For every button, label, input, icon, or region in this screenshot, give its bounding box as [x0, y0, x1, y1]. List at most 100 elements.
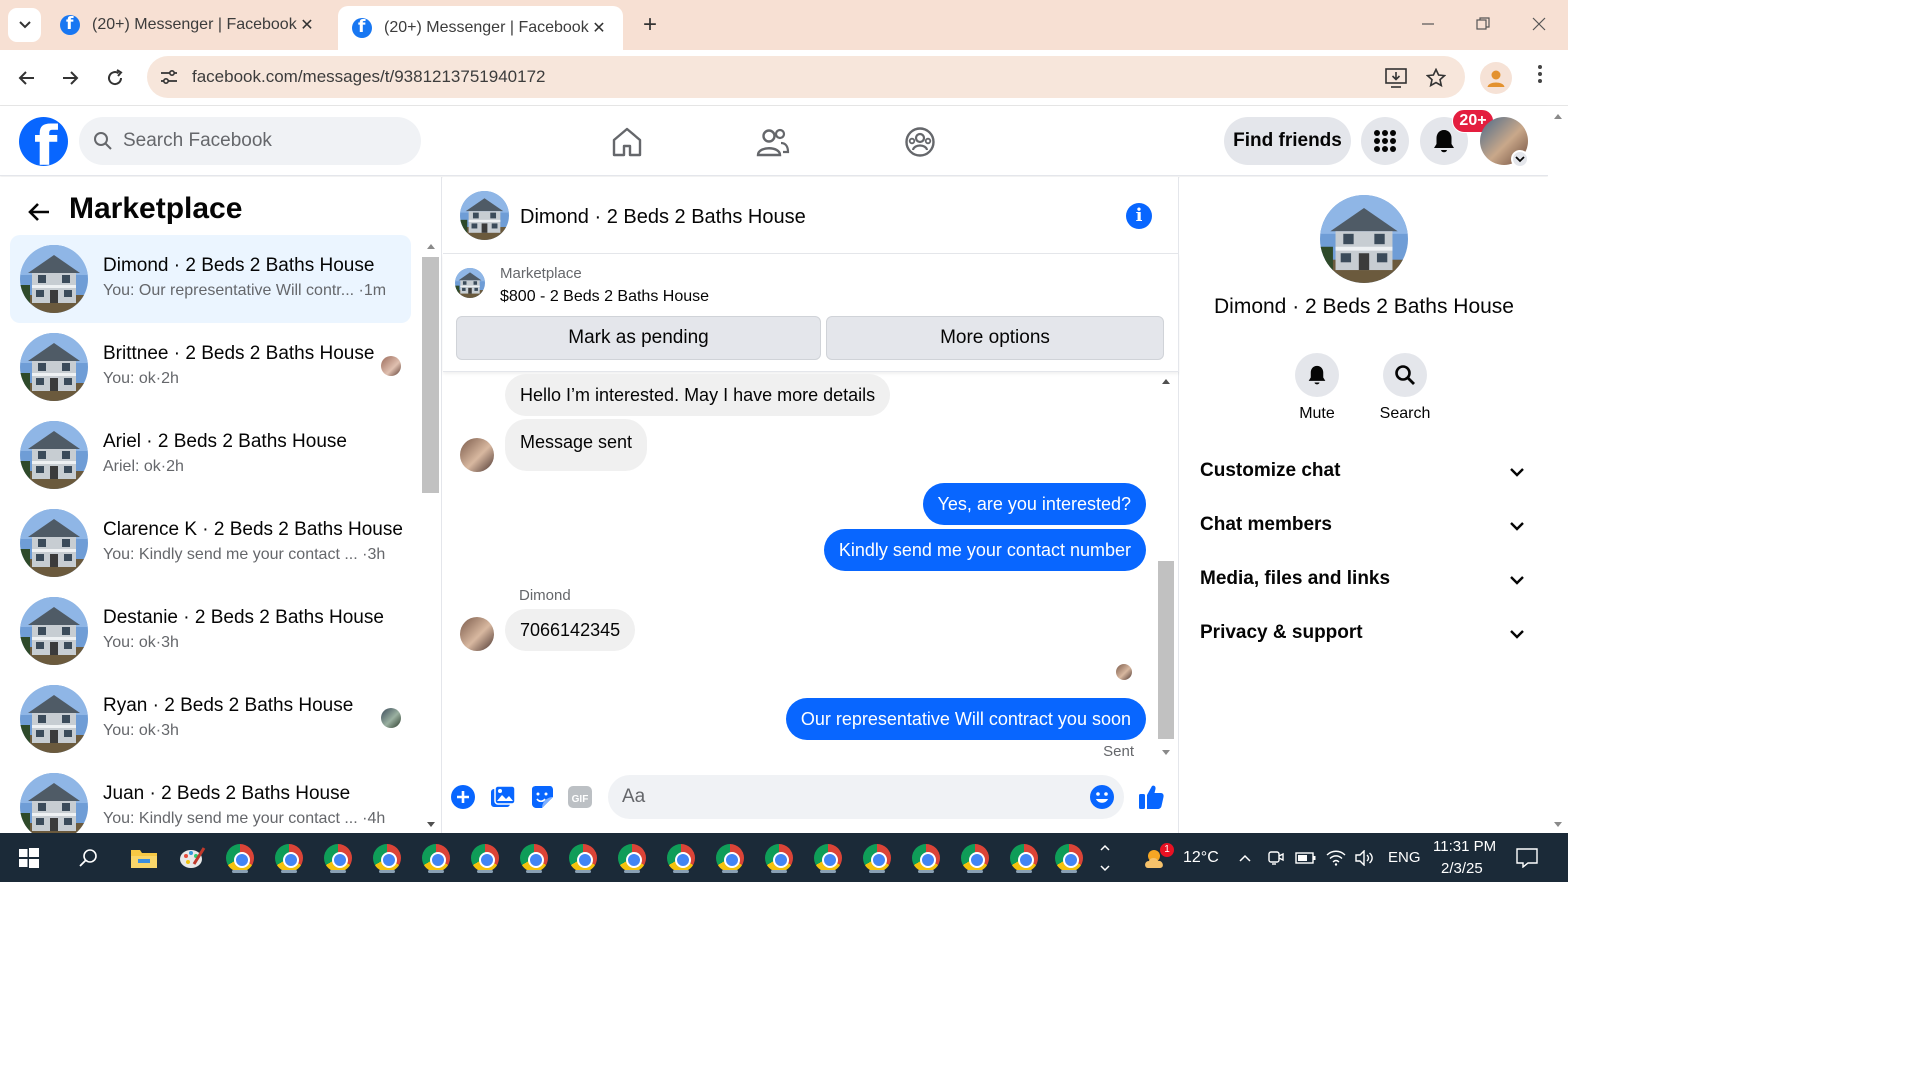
- conversation-item[interactable]: Brittnee · 2 Beds 2 Baths House You: ok·…: [10, 323, 411, 411]
- back-arrow-icon[interactable]: [11, 62, 43, 94]
- chrome-taskbar-icon[interactable]: [1052, 841, 1086, 875]
- chrome-taskbar-icon[interactable]: [419, 841, 453, 875]
- file-explorer-icon[interactable]: [127, 841, 161, 875]
- gif-icon[interactable]: GIF: [566, 783, 594, 811]
- chrome-taskbar-icon[interactable]: [1007, 841, 1041, 875]
- incoming-message[interactable]: Message sent: [505, 419, 648, 471]
- conversation-item[interactable]: Ariel · 2 Beds 2 Baths House Ariel: ok·2…: [10, 411, 411, 499]
- scroll-up-icon[interactable]: [1156, 375, 1176, 387]
- outgoing-message[interactable]: Yes, are you interested?: [922, 483, 1146, 525]
- chrome-taskbar-icon[interactable]: [615, 841, 649, 875]
- chat-title[interactable]: Dimond · 2 Beds 2 Baths House: [520, 206, 806, 229]
- paint-app-icon[interactable]: [175, 841, 209, 875]
- privacy-support-section[interactable]: Privacy & support: [1190, 610, 1535, 658]
- page-scrollbar[interactable]: [1548, 106, 1568, 833]
- chrome-taskbar-icon[interactable]: [664, 841, 698, 875]
- plus-circle-icon[interactable]: [449, 783, 477, 811]
- friends-icon[interactable]: [753, 122, 793, 162]
- browser-menu-icon[interactable]: [1528, 64, 1552, 92]
- scroll-down-icon[interactable]: [1548, 819, 1568, 831]
- bookmark-star-icon[interactable]: [1422, 64, 1450, 92]
- groups-icon[interactable]: [900, 122, 940, 162]
- new-tab-button[interactable]: +: [636, 10, 664, 40]
- chrome-taskbar-icon[interactable]: [566, 841, 600, 875]
- browser-tab-1[interactable]: (20+) Messenger | Facebook ✕: [46, 6, 331, 44]
- wifi-icon[interactable]: [1322, 841, 1350, 875]
- search-action[interactable]: Search: [1370, 353, 1440, 423]
- facebook-search-box[interactable]: [79, 117, 421, 165]
- menu-grid-icon[interactable]: [1361, 117, 1409, 165]
- windows-start-icon[interactable]: [12, 841, 46, 875]
- conversation-list-scrollbar[interactable]: [421, 238, 441, 833]
- sticker-icon[interactable]: [528, 783, 556, 811]
- forward-arrow-icon[interactable]: [54, 62, 86, 94]
- minimize-window-icon[interactable]: [1408, 10, 1448, 40]
- message-input[interactable]: [608, 775, 1124, 819]
- outgoing-message[interactable]: Our representative Will contract you soo…: [785, 698, 1146, 740]
- battery-icon[interactable]: [1292, 841, 1320, 875]
- chrome-taskbar-icon[interactable]: [272, 841, 306, 875]
- bell-icon[interactable]: [1295, 353, 1339, 397]
- notification-center-icon[interactable]: [1510, 841, 1544, 875]
- chat-members-section[interactable]: Chat members: [1190, 502, 1535, 550]
- chrome-taskbar-icon[interactable]: [223, 841, 257, 875]
- media-files-links-section[interactable]: Media, files and links: [1190, 556, 1535, 604]
- reload-icon[interactable]: [99, 62, 131, 94]
- chrome-taskbar-icon[interactable]: [468, 841, 502, 875]
- chrome-taskbar-icon[interactable]: [321, 841, 355, 875]
- clock-time[interactable]: 11:31 PM: [1433, 838, 1496, 855]
- close-tab-icon[interactable]: ✕: [297, 15, 317, 35]
- photo-icon[interactable]: [489, 783, 517, 811]
- scroll-up-icon[interactable]: [421, 240, 441, 252]
- chrome-taskbar-icon[interactable]: [958, 841, 992, 875]
- show-hidden-icons-chevron-icon[interactable]: [1230, 841, 1260, 875]
- clock-date[interactable]: 2/3/25: [1441, 860, 1483, 877]
- message-thread-scrollbar[interactable]: [1156, 373, 1176, 761]
- facebook-search-input[interactable]: [123, 130, 403, 152]
- info-icon[interactable]: i: [1126, 203, 1152, 229]
- outgoing-message[interactable]: Kindly send me your contact number: [823, 529, 1146, 571]
- scroll-down-icon[interactable]: [421, 819, 441, 831]
- scrollbar-thumb[interactable]: [1158, 561, 1174, 739]
- mute-action[interactable]: Mute: [1282, 353, 1352, 423]
- scroll-up-icon[interactable]: [1548, 110, 1568, 122]
- chat-avatar[interactable]: [460, 191, 509, 240]
- conversation-item[interactable]: Dimond · 2 Beds 2 Baths House You: Our r…: [10, 235, 411, 323]
- conversation-item[interactable]: Ryan · 2 Beds 2 Baths House You: ok·3h: [10, 675, 411, 763]
- home-icon[interactable]: [607, 122, 647, 162]
- chrome-taskbar-icon[interactable]: [860, 841, 894, 875]
- chrome-taskbar-icon[interactable]: [909, 841, 943, 875]
- input-language-label[interactable]: ENG: [1388, 849, 1421, 866]
- mark-as-pending-button[interactable]: Mark as pending: [456, 316, 821, 360]
- tab-search-dropdown[interactable]: [8, 8, 41, 42]
- find-friends-button[interactable]: Find friends: [1224, 117, 1351, 165]
- install-app-icon[interactable]: [1382, 64, 1410, 92]
- customize-chat-section[interactable]: Customize chat: [1190, 448, 1535, 496]
- listing-thumbnail[interactable]: [455, 268, 485, 298]
- thumbs-up-icon[interactable]: [1137, 783, 1165, 811]
- sender-avatar[interactable]: [460, 617, 494, 651]
- conversation-avatar[interactable]: [1320, 195, 1408, 283]
- chrome-taskbar-icon[interactable]: [762, 841, 796, 875]
- chrome-taskbar-icon[interactable]: [370, 841, 404, 875]
- sender-avatar[interactable]: [460, 438, 494, 472]
- listing-title[interactable]: $800 - 2 Beds 2 Baths House: [500, 288, 709, 306]
- scroll-down-icon[interactable]: [1156, 747, 1176, 759]
- back-arrow-icon[interactable]: [24, 197, 54, 227]
- meet-now-icon[interactable]: [1262, 841, 1290, 875]
- restore-window-icon[interactable]: [1463, 10, 1503, 40]
- incoming-message[interactable]: Hello I’m interested. May I have more de…: [505, 374, 891, 416]
- search-icon[interactable]: [1383, 353, 1427, 397]
- chrome-taskbar-icon[interactable]: [713, 841, 747, 875]
- taskbar-search-icon[interactable]: [72, 841, 106, 875]
- browser-tab-2-active[interactable]: (20+) Messenger | Facebook ✕: [338, 6, 623, 50]
- facebook-logo-icon[interactable]: f: [19, 117, 68, 166]
- emoji-icon[interactable]: [1088, 783, 1116, 811]
- browser-profile-icon[interactable]: [1480, 62, 1512, 94]
- close-tab-icon[interactable]: ✕: [589, 18, 609, 38]
- scrollbar-thumb[interactable]: [422, 257, 439, 493]
- incoming-message[interactable]: 7066142345: [505, 609, 636, 651]
- site-settings-icon[interactable]: [155, 63, 183, 91]
- conversation-item[interactable]: Clarence K · 2 Beds 2 Baths House You: K…: [10, 499, 411, 587]
- more-options-button[interactable]: More options: [826, 316, 1164, 360]
